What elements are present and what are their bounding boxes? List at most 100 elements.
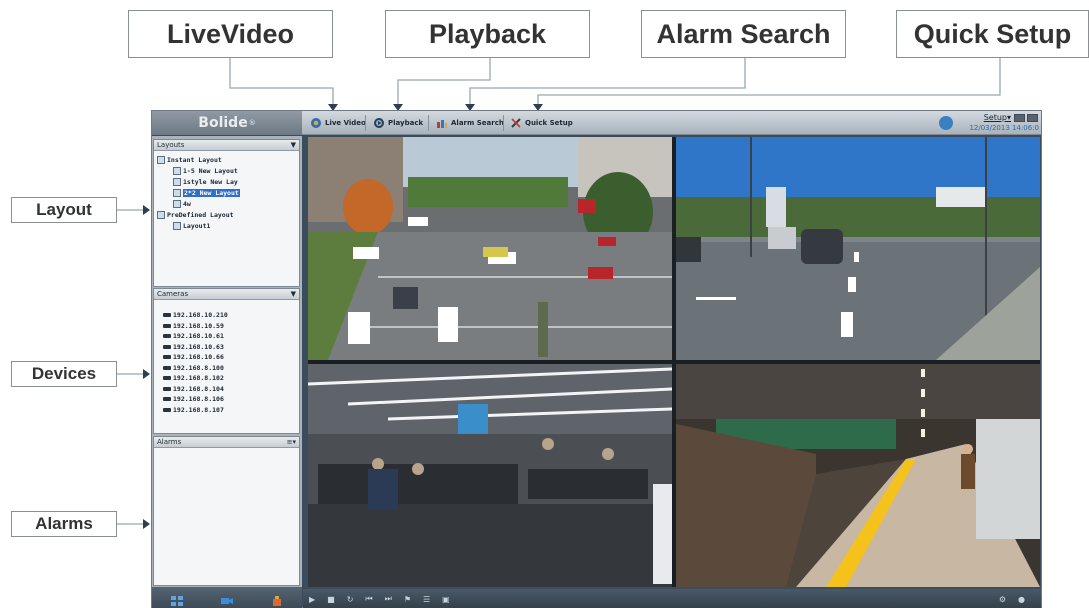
- camera-list-item[interactable]: 192.168.10.66: [157, 352, 296, 363]
- nav-live-video[interactable]: Live Video: [310, 114, 366, 132]
- camera-ip-label: 192.168.8.106: [173, 395, 224, 404]
- layout-icon: [173, 166, 181, 175]
- layout-icon: [157, 210, 165, 219]
- chevron-down-icon[interactable]: ▼: [291, 140, 296, 151]
- refresh-icon[interactable]: ↻: [347, 595, 354, 604]
- next-icon[interactable]: ⏭: [385, 594, 392, 604]
- video-tile-street[interactable]: [676, 137, 1040, 360]
- layout-tree-item[interactable]: Instant Layout: [157, 154, 296, 165]
- devices-callout: Devices: [11, 361, 117, 387]
- layout-tree-item[interactable]: 4w: [157, 198, 296, 209]
- layout-tree-label: Instant Layout: [167, 155, 222, 164]
- camera-list-item[interactable]: 192.168.10.61: [157, 331, 296, 342]
- video-tile-subway[interactable]: [676, 364, 1040, 587]
- minimize-button[interactable]: [1014, 114, 1025, 122]
- camera-ip-label: 192.168.8.104: [173, 384, 224, 393]
- video-tile-parking-lot[interactable]: [308, 137, 672, 360]
- brand-name: Bolide: [198, 115, 248, 131]
- cameras-list: 192.168.10.210 192.168.10.59 192.168.10.61…: [154, 300, 299, 418]
- alarm-search-icon: [436, 117, 448, 129]
- nav-playback[interactable]: Playback: [373, 114, 423, 132]
- brand-mark: ®: [248, 119, 256, 127]
- layout-tree-item[interactable]: 1style New Lay: [157, 176, 296, 187]
- camera-list-item[interactable]: 192.168.10.59: [157, 321, 296, 332]
- layout-tree-label: PreDefined Layout: [167, 210, 234, 219]
- camera-ip-label: 192.168.10.59: [173, 321, 224, 330]
- quick-setup-icon: [510, 117, 522, 129]
- nav-playback-label: Playback: [388, 119, 424, 127]
- playback-control-bar: ▶ ■ ↻ ⏮ ⏭ ⚑ ☰ ▣ ⚙ ●: [303, 589, 1041, 608]
- camera-icon: [163, 397, 171, 402]
- sidebar: Layouts ▼ Instant Layout 1-5 New Layout 1st…: [152, 136, 302, 608]
- layout-icon: [173, 199, 181, 208]
- layout-tree-item[interactable]: Layout1: [157, 220, 296, 231]
- camera-icon: [163, 386, 171, 391]
- layout-icon: [173, 177, 181, 186]
- layout-tree-item[interactable]: 2*2 New Layout: [157, 187, 296, 198]
- alarms-panel-title: Alarms: [157, 438, 182, 446]
- live-video-icon: [310, 117, 322, 129]
- chevron-down-icon[interactable]: ▼: [291, 289, 296, 300]
- camera-icon: [163, 355, 171, 360]
- camera-icon[interactable]: [221, 593, 233, 604]
- nav-alarm-search[interactable]: Alarm Search: [436, 114, 504, 132]
- alarm-icon[interactable]: [271, 593, 283, 606]
- camera-list-item[interactable]: 192.168.8.106: [157, 394, 296, 405]
- list-icon[interactable]: ☰: [423, 595, 430, 604]
- layout-icon: [157, 155, 165, 164]
- layout-tree-item[interactable]: 1-5 New Layout: [157, 165, 296, 176]
- sidebar-footer: [152, 587, 302, 608]
- camera-list-item[interactable]: 192.168.8.104: [157, 384, 296, 395]
- camera-ip-label: 192.168.8.102: [173, 374, 224, 383]
- camera-icon: [163, 323, 171, 328]
- annotated-screenshot: LiveVideo Playback Alarm Search Quick Se…: [0, 0, 1089, 608]
- layout-tree-item[interactable]: PreDefined Layout: [157, 209, 296, 220]
- camera-list-item[interactable]: 192.168.8.102: [157, 373, 296, 384]
- nav-quick-setup-label: Quick Setup: [525, 119, 573, 127]
- stop-icon[interactable]: ■: [327, 595, 335, 604]
- camera-ip-label: 192.168.10.61: [173, 332, 224, 341]
- airport-feed: [308, 364, 672, 587]
- close-button[interactable]: [1027, 114, 1038, 122]
- fullscreen-icon[interactable]: ●: [1018, 595, 1025, 604]
- alarm-search-callout: Alarm Search: [641, 10, 846, 58]
- settings-icon[interactable]: ⚙: [999, 595, 1006, 604]
- camera-list-item[interactable]: 192.168.10.63: [157, 342, 296, 353]
- camera-icon: [163, 407, 171, 412]
- nav-live-video-label: Live Video: [325, 119, 366, 127]
- camera-list-item[interactable]: 192.168.10.210: [157, 310, 296, 321]
- layout-icon[interactable]: [171, 593, 183, 606]
- camera-icon: [163, 365, 171, 370]
- playback-callout: Playback: [385, 10, 590, 58]
- flag-icon[interactable]: ⚑: [404, 595, 411, 604]
- previous-icon[interactable]: ⏮: [365, 594, 372, 604]
- video-tile-airport[interactable]: [308, 364, 672, 587]
- parking-lot-feed: [308, 137, 672, 360]
- quick-setup-callout: Quick Setup: [896, 10, 1089, 58]
- setup-menu[interactable]: Setup▾: [984, 113, 1011, 122]
- cameras-panel-title: Cameras: [157, 290, 189, 298]
- camera-list-item[interactable]: 192.168.8.107: [157, 405, 296, 416]
- brand-logo: Bolide ®: [152, 111, 302, 135]
- alarms-panel-header[interactable]: Alarms ≡▾: [154, 437, 299, 448]
- network-icon[interactable]: [939, 116, 953, 130]
- title-bar: Bolide ® Live Video Playback Alarm Search…: [152, 111, 1041, 135]
- camera-icon: [163, 313, 171, 318]
- nav-alarm-search-label: Alarm Search: [451, 119, 504, 127]
- snapshot-icon[interactable]: ▣: [442, 595, 450, 604]
- camera-ip-label: 192.168.10.63: [173, 342, 224, 351]
- video-grid: [308, 137, 1040, 587]
- layouts-tree: Instant Layout 1-5 New Layout 1style New L…: [154, 151, 299, 234]
- chevron-down-icon[interactable]: ≡▾: [287, 437, 296, 448]
- datetime-display: 12/03/2013 14:06:0: [969, 124, 1039, 132]
- nav-quick-setup[interactable]: Quick Setup: [510, 114, 573, 132]
- cameras-panel-header[interactable]: Cameras ▼: [154, 289, 299, 300]
- live-video-callout: LiveVideo: [128, 10, 333, 58]
- play-icon[interactable]: ▶: [309, 595, 315, 604]
- layouts-panel-title: Layouts: [157, 141, 185, 149]
- bolide-app-window: Bolide ® Live Video Playback Alarm Search…: [151, 110, 1042, 608]
- camera-list-item[interactable]: 192.168.8.100: [157, 363, 296, 374]
- layout-tree-label: 1-5 New Layout: [183, 166, 238, 175]
- street-feed: [676, 137, 1040, 360]
- layouts-panel-header[interactable]: Layouts ▼: [154, 140, 299, 151]
